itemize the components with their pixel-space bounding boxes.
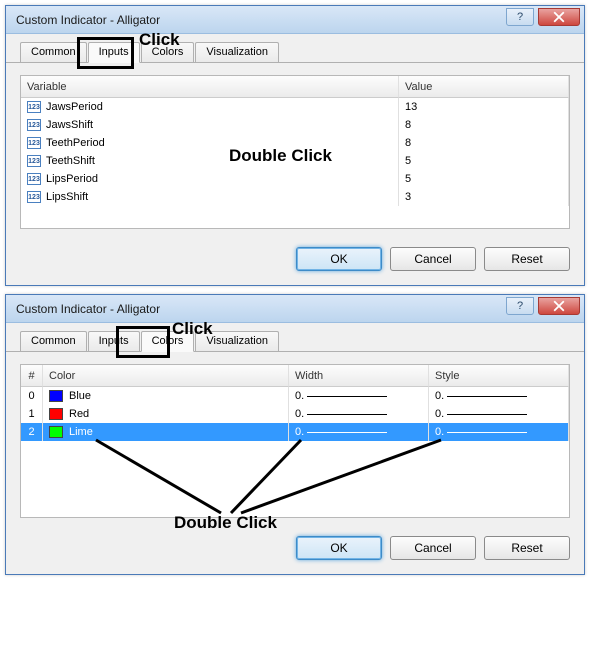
line-sample: [307, 414, 387, 415]
header-color[interactable]: Color: [43, 365, 289, 387]
table-row[interactable]: 0 Blue 0. 0.: [21, 387, 569, 405]
table-row[interactable]: 2 Lime 0. 0.: [21, 423, 569, 441]
tab-colors[interactable]: Colors: [141, 42, 195, 62]
tab-bar: Common Inputs Colors Visualization: [6, 331, 584, 352]
table-row[interactable]: 123 JawsPeriod 13: [21, 98, 569, 116]
color-swatch: [49, 408, 63, 420]
var-value[interactable]: 5: [399, 170, 569, 188]
inputs-grid[interactable]: Variable Value 123 JawsPeriod 13 123 JawsS…: [20, 75, 570, 229]
line-sample: [447, 414, 527, 415]
table-row[interactable]: 123 LipsShift 3: [21, 188, 569, 206]
color-name: Red: [69, 408, 89, 420]
width-value: 0.: [295, 390, 304, 402]
header-width[interactable]: Width: [289, 365, 429, 387]
cancel-button[interactable]: Cancel: [390, 536, 476, 560]
title-text: Custom Indicator - Alligator: [16, 302, 506, 316]
line-sample: [307, 396, 387, 397]
width-value: 0.: [295, 426, 304, 438]
var-value[interactable]: 5: [399, 152, 569, 170]
tab-common[interactable]: Common: [20, 42, 87, 62]
tab-visualization[interactable]: Visualization: [195, 331, 279, 351]
tab-colors[interactable]: Colors: [141, 331, 195, 352]
button-row: OK Cancel Reset: [6, 528, 584, 574]
titlebar[interactable]: Custom Indicator - Alligator ?: [6, 295, 584, 323]
table-row[interactable]: 123 TeethShift 5: [21, 152, 569, 170]
row-index: 2: [21, 423, 43, 441]
var-name: JawsShift: [46, 119, 93, 131]
close-button[interactable]: [538, 297, 580, 315]
var-name: LipsShift: [46, 191, 88, 203]
titlebar[interactable]: Custom Indicator - Alligator ?: [6, 6, 584, 34]
close-button[interactable]: [538, 8, 580, 26]
table-row[interactable]: 123 LipsPeriod 5: [21, 170, 569, 188]
reset-button[interactable]: Reset: [484, 247, 570, 271]
table-row[interactable]: 123 JawsShift 8: [21, 116, 569, 134]
width-value: 0.: [295, 408, 304, 420]
table-row[interactable]: 123 TeethPeriod 8: [21, 134, 569, 152]
var-name: TeethPeriod: [46, 137, 105, 149]
dialog-inputs: Custom Indicator - Alligator ? Common In…: [5, 5, 585, 286]
var-value[interactable]: 3: [399, 188, 569, 206]
number-icon: 123: [27, 191, 41, 203]
line-sample: [307, 432, 387, 433]
reset-button[interactable]: Reset: [484, 536, 570, 560]
line-sample: [447, 396, 527, 397]
number-icon: 123: [27, 137, 41, 149]
tab-inputs[interactable]: Inputs: [88, 331, 140, 351]
title-text: Custom Indicator - Alligator: [16, 13, 506, 27]
color-name: Blue: [69, 390, 91, 402]
tab-inputs[interactable]: Inputs: [88, 42, 140, 63]
ok-button[interactable]: OK: [296, 536, 382, 560]
var-name: JawsPeriod: [46, 101, 103, 113]
var-name: TeethShift: [46, 155, 95, 167]
var-value[interactable]: 13: [399, 98, 569, 116]
style-value: 0.: [435, 390, 444, 402]
colors-grid[interactable]: # Color Width Style 0 Blue 0. 0. 1 Red 0…: [20, 364, 570, 518]
tab-common[interactable]: Common: [20, 331, 87, 351]
var-name: LipsPeriod: [46, 173, 98, 185]
tab-visualization[interactable]: Visualization: [195, 42, 279, 62]
line-sample: [447, 432, 527, 433]
row-index: 0: [21, 387, 43, 405]
header-style[interactable]: Style: [429, 365, 569, 387]
number-icon: 123: [27, 155, 41, 167]
number-icon: 123: [27, 101, 41, 113]
color-swatch: [49, 390, 63, 402]
var-value[interactable]: 8: [399, 134, 569, 152]
ok-button[interactable]: OK: [296, 247, 382, 271]
table-row[interactable]: 1 Red 0. 0.: [21, 405, 569, 423]
help-button[interactable]: ?: [506, 297, 534, 315]
button-row: OK Cancel Reset: [6, 239, 584, 285]
header-index[interactable]: #: [21, 365, 43, 387]
number-icon: 123: [27, 119, 41, 131]
cancel-button[interactable]: Cancel: [390, 247, 476, 271]
row-index: 1: [21, 405, 43, 423]
dialog-colors: Custom Indicator - Alligator ? Common In…: [5, 294, 585, 575]
style-value: 0.: [435, 426, 444, 438]
header-variable[interactable]: Variable: [21, 76, 399, 98]
color-swatch: [49, 426, 63, 438]
tab-bar: Common Inputs Colors Visualization: [6, 42, 584, 63]
style-value: 0.: [435, 408, 444, 420]
number-icon: 123: [27, 173, 41, 185]
header-value[interactable]: Value: [399, 76, 569, 98]
var-value[interactable]: 8: [399, 116, 569, 134]
color-name: Lime: [69, 426, 93, 438]
help-button[interactable]: ?: [506, 8, 534, 26]
